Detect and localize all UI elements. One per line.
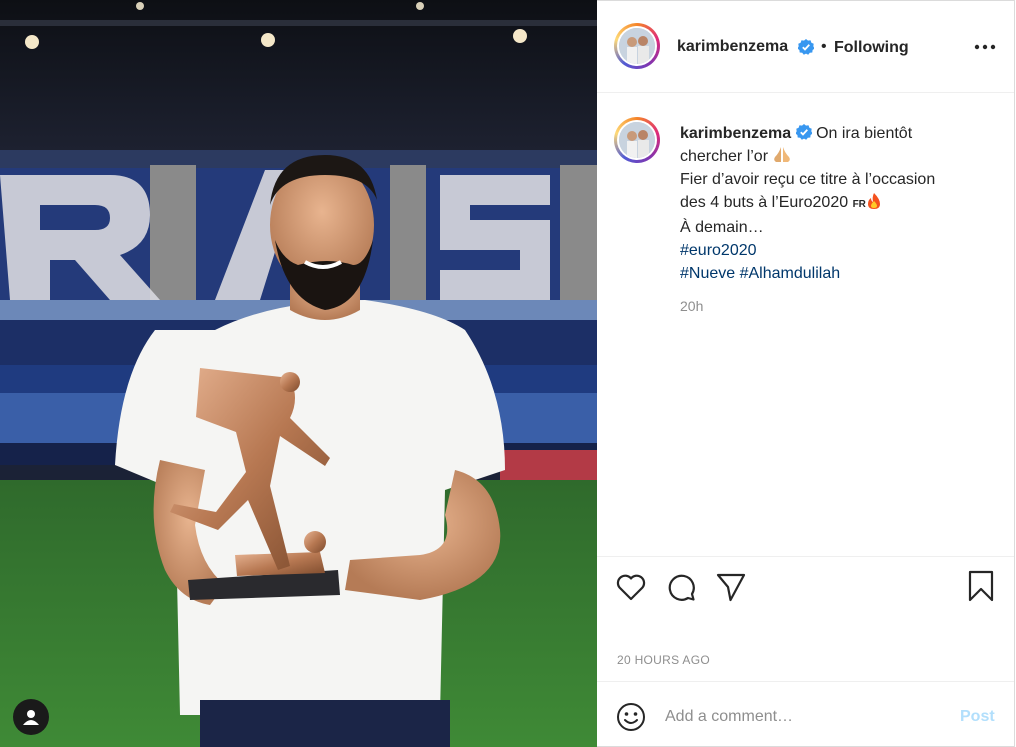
caption-username[interactable]: karimbenzema	[680, 125, 791, 142]
post-detail-panel: karimbenzema • Following karimbenzema On…	[597, 0, 1015, 747]
author-username[interactable]: karimbenzema	[677, 38, 788, 56]
caption-text-1: On ira bientôt	[816, 125, 913, 142]
user-icon	[23, 710, 39, 725]
caption-line-2: chercher l’or	[680, 148, 769, 165]
separator-dot: •	[821, 38, 827, 55]
heart-icon[interactable]	[616, 573, 646, 601]
verified-badge-icon	[795, 124, 813, 140]
caption-timestamp[interactable]: 20h	[680, 298, 703, 314]
comment-form: Post	[597, 681, 1014, 747]
photo-illustration	[0, 0, 597, 747]
hashtag-nueve[interactable]: #Nueve	[680, 265, 735, 282]
comment-input[interactable]	[665, 706, 935, 728]
post-comment-button[interactable]: Post	[960, 708, 995, 726]
verified-badge-icon	[798, 39, 814, 55]
caption-line-5: À demain…	[680, 219, 764, 236]
following-button[interactable]: Following	[834, 39, 909, 57]
comment-bubble-icon[interactable]	[666, 572, 696, 602]
praying-hands-emoji	[774, 147, 791, 162]
paper-plane-icon[interactable]	[716, 572, 746, 602]
caption-line-3: Fier d’avoir reçu ce titre à l’occasion	[680, 171, 936, 188]
hashtag-alhamdulilah[interactable]: #Alhamdulilah	[740, 265, 841, 282]
post-photo[interactable]	[0, 0, 597, 747]
post-header: karimbenzema • Following	[597, 1, 1014, 93]
author-avatar[interactable]	[614, 23, 660, 69]
fire-emoji	[867, 193, 880, 209]
post-caption: karimbenzema On ira bientôt chercher l’o…	[680, 122, 980, 285]
flag-code: FR	[852, 199, 866, 210]
bookmark-icon[interactable]	[967, 570, 995, 602]
emoji-icon[interactable]	[616, 702, 646, 732]
hashtag-euro2020[interactable]: #euro2020	[680, 242, 757, 259]
user-tag-button[interactable]	[13, 699, 49, 735]
more-options-icon[interactable]	[973, 42, 997, 52]
posted-time-ago[interactable]: 20 HOURS AGO	[617, 653, 710, 667]
caption-line-4: des 4 buts à l’Euro2020	[680, 194, 849, 211]
caption-author-avatar[interactable]	[614, 117, 660, 163]
